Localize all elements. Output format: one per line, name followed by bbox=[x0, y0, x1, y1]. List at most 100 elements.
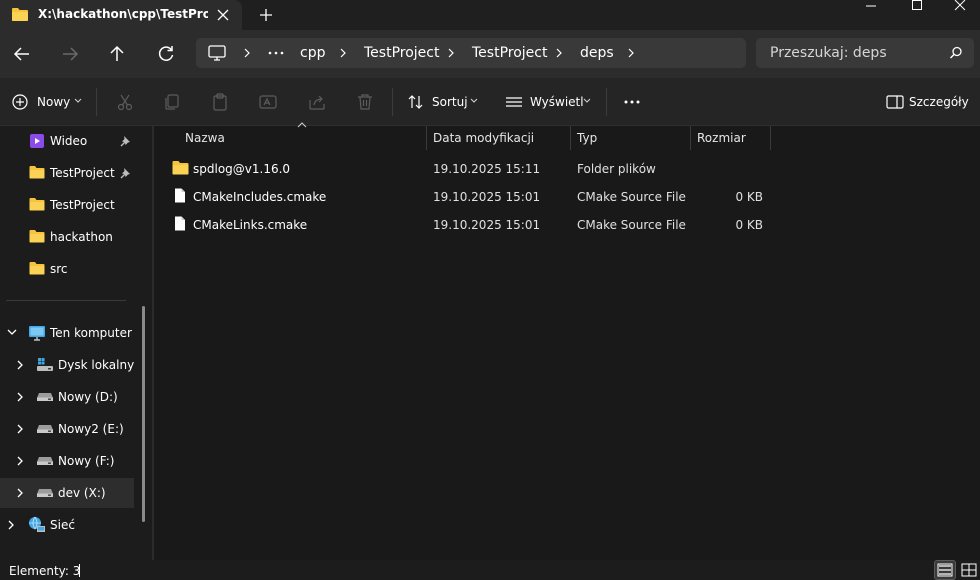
details-button[interactable]: Szczegóły bbox=[909, 95, 969, 109]
file-modified: 19.10.2025 15:01 bbox=[433, 190, 541, 204]
drive-icon bbox=[36, 487, 54, 499]
file-name[interactable]: spdlog@v1.16.0 bbox=[193, 162, 290, 176]
local-disk-icon bbox=[36, 357, 54, 373]
minimize-icon[interactable] bbox=[848, 0, 894, 30]
folder-icon bbox=[29, 229, 45, 243]
column-divider[interactable] bbox=[690, 126, 691, 150]
chevron-right-icon[interactable] bbox=[553, 46, 565, 60]
nav-item-this-pc[interactable]: Ten komputer bbox=[50, 326, 132, 340]
back-arrow-icon[interactable] bbox=[5, 37, 39, 71]
toolbar-separator bbox=[392, 88, 393, 116]
chevron-right-icon[interactable] bbox=[241, 46, 253, 60]
nav-divider bbox=[6, 300, 126, 301]
chevron-down-icon[interactable] bbox=[5, 327, 19, 339]
sort-icon[interactable] bbox=[405, 91, 427, 113]
column-header-size[interactable]: Rozmiar bbox=[697, 131, 746, 145]
nav-item-drive-d[interactable]: Nowy (D:) bbox=[58, 390, 118, 404]
view-lines-icon[interactable] bbox=[503, 91, 525, 113]
nav-item-drive-e[interactable]: Nowy2 (E:) bbox=[58, 422, 124, 436]
search-icon[interactable] bbox=[948, 45, 964, 61]
chevron-down-icon[interactable] bbox=[582, 97, 592, 105]
pin-icon[interactable] bbox=[119, 135, 131, 147]
monitor-icon[interactable] bbox=[207, 44, 227, 62]
refresh-icon[interactable] bbox=[149, 37, 183, 71]
file-name[interactable]: CMakeLinks.cmake bbox=[193, 218, 307, 232]
breadcrumb-cpp[interactable]: cpp bbox=[300, 45, 325, 61]
nav-item-drive-x[interactable]: dev (X:) bbox=[58, 486, 106, 500]
tiles-view-icon[interactable] bbox=[958, 560, 980, 580]
chevron-down-icon[interactable] bbox=[73, 97, 83, 105]
file-type: Folder plików bbox=[577, 162, 656, 176]
folder-icon bbox=[29, 165, 45, 179]
copy-icon[interactable] bbox=[161, 91, 183, 113]
drive-icon bbox=[36, 455, 54, 467]
nav-item-local-disk-c[interactable]: Dysk lokalny (C bbox=[58, 358, 134, 372]
breadcrumb-testproject-2[interactable]: TestProject bbox=[472, 45, 547, 61]
column-divider[interactable] bbox=[770, 126, 771, 150]
file-type: CMake Source File bbox=[577, 218, 686, 232]
maximize-icon[interactable] bbox=[894, 0, 940, 30]
command-bar bbox=[0, 78, 980, 126]
chevron-right-icon[interactable] bbox=[14, 455, 26, 467]
chevron-right-icon[interactable] bbox=[337, 46, 349, 60]
paste-icon[interactable] bbox=[209, 91, 231, 113]
chevron-down-icon[interactable] bbox=[469, 97, 479, 105]
folder-icon bbox=[11, 6, 29, 22]
column-header-type[interactable]: Typ bbox=[577, 131, 597, 145]
file-size: 0 KB bbox=[735, 190, 763, 204]
close-window-icon[interactable] bbox=[940, 0, 980, 30]
new-tab-icon[interactable] bbox=[256, 5, 276, 25]
folder-icon bbox=[172, 160, 189, 175]
file-type: CMake Source File bbox=[577, 190, 686, 204]
rename-icon[interactable] bbox=[257, 91, 279, 113]
breadcrumb-testproject[interactable]: TestProject bbox=[364, 45, 439, 61]
chevron-right-icon[interactable] bbox=[445, 46, 457, 60]
chevron-right-icon[interactable] bbox=[14, 359, 26, 371]
drive-icon bbox=[36, 423, 54, 435]
network-icon bbox=[28, 516, 46, 534]
nav-item-hackathon[interactable]: hackathon bbox=[50, 230, 113, 244]
chevron-right-icon[interactable] bbox=[14, 423, 26, 435]
file-name[interactable]: CMakeIncludes.cmake bbox=[193, 190, 326, 204]
column-header-name[interactable]: Nazwa bbox=[185, 131, 225, 145]
nav-item-wideo[interactable]: Wideo bbox=[50, 134, 87, 148]
chevron-right-icon[interactable] bbox=[5, 519, 17, 531]
column-divider[interactable] bbox=[426, 126, 427, 150]
new-plus-icon[interactable] bbox=[10, 91, 32, 113]
chevron-right-icon[interactable] bbox=[14, 391, 26, 403]
nav-item-testproject-2[interactable]: TestProject bbox=[50, 198, 115, 212]
details-pane-icon[interactable] bbox=[884, 91, 906, 113]
nav-item-src[interactable]: src bbox=[50, 262, 68, 276]
more-options-icon[interactable] bbox=[621, 91, 643, 113]
file-size: 0 KB bbox=[735, 218, 763, 232]
close-tab-icon[interactable] bbox=[214, 6, 232, 24]
folder-icon bbox=[29, 261, 45, 275]
nav-item-testproject[interactable]: TestProject bbox=[50, 166, 115, 180]
forward-arrow-icon[interactable] bbox=[53, 37, 87, 71]
pin-icon[interactable] bbox=[119, 167, 131, 179]
details-view-icon[interactable] bbox=[934, 560, 956, 580]
status-bar bbox=[0, 560, 980, 580]
sort-button[interactable]: Sortuj bbox=[432, 95, 468, 109]
breadcrumb-deps[interactable]: deps bbox=[580, 45, 614, 61]
file-modified: 19.10.2025 15:01 bbox=[433, 218, 541, 232]
file-icon bbox=[174, 216, 186, 231]
chevron-right-icon[interactable] bbox=[625, 46, 637, 60]
delete-icon[interactable] bbox=[354, 91, 376, 113]
view-button[interactable]: Wyświetl bbox=[530, 95, 584, 109]
cut-icon[interactable] bbox=[114, 91, 136, 113]
nav-item-network[interactable]: Sieć bbox=[50, 518, 75, 532]
nav-scrollbar[interactable] bbox=[142, 306, 145, 522]
nav-item-drive-f[interactable]: Nowy (F:) bbox=[58, 454, 114, 468]
up-arrow-icon[interactable] bbox=[100, 37, 134, 71]
column-divider[interactable] bbox=[570, 126, 571, 150]
column-header-modified[interactable]: Data modyfikacji bbox=[433, 131, 534, 145]
sort-up-caret-icon bbox=[296, 121, 308, 129]
toolbar-separator bbox=[606, 88, 607, 116]
new-button[interactable]: Nowy bbox=[37, 95, 70, 109]
share-icon[interactable] bbox=[306, 91, 328, 113]
more-breadcrumbs-icon[interactable] bbox=[266, 44, 286, 62]
drive-icon bbox=[36, 391, 54, 403]
chevron-right-icon[interactable] bbox=[14, 487, 26, 499]
folder-icon bbox=[29, 197, 45, 211]
